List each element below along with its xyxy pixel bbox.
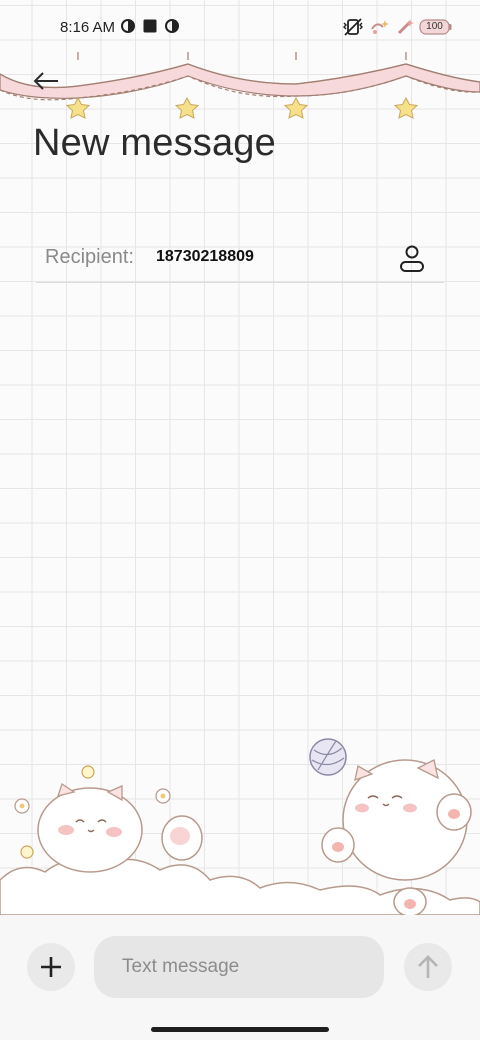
plus-icon [41,957,61,977]
message-input[interactable] [94,936,384,998]
home-indicator[interactable] [151,1027,329,1032]
stop-square-icon [143,19,157,33]
battery-icon: 100 [419,18,452,36]
star-ornament [283,96,309,119]
data-saver-icon [121,19,135,33]
data-saver-icon [165,19,179,33]
arrow-up-icon [418,955,438,978]
status-bar: 8:16 AM 100 [0,0,480,56]
page-title: New message [33,122,276,164]
status-time: 8:16 AM [60,19,116,36]
arrow-left-icon [33,72,58,90]
back-button[interactable] [30,66,62,96]
person-icon [400,245,424,272]
recipient-label: Recipient: [45,246,134,268]
contact-picker-button[interactable] [398,243,426,273]
sparkle-signal-icon [397,19,414,35]
decorative-cats-illustration [0,738,480,915]
star-ornament [65,96,91,119]
vibrate-icon [343,18,363,36]
send-button[interactable] [404,943,452,991]
star-ornament [393,96,419,119]
sparkle-wifi-icon [371,20,389,34]
star-ornament [174,96,200,119]
compose-bar [0,915,480,1040]
battery-level: 100 [426,21,443,32]
recipient-value[interactable]: 18730218809 [156,248,254,266]
decorative-garland [0,52,480,119]
attach-button[interactable] [27,943,75,991]
recipient-field[interactable]: Recipient: 18730218809 [36,236,444,283]
